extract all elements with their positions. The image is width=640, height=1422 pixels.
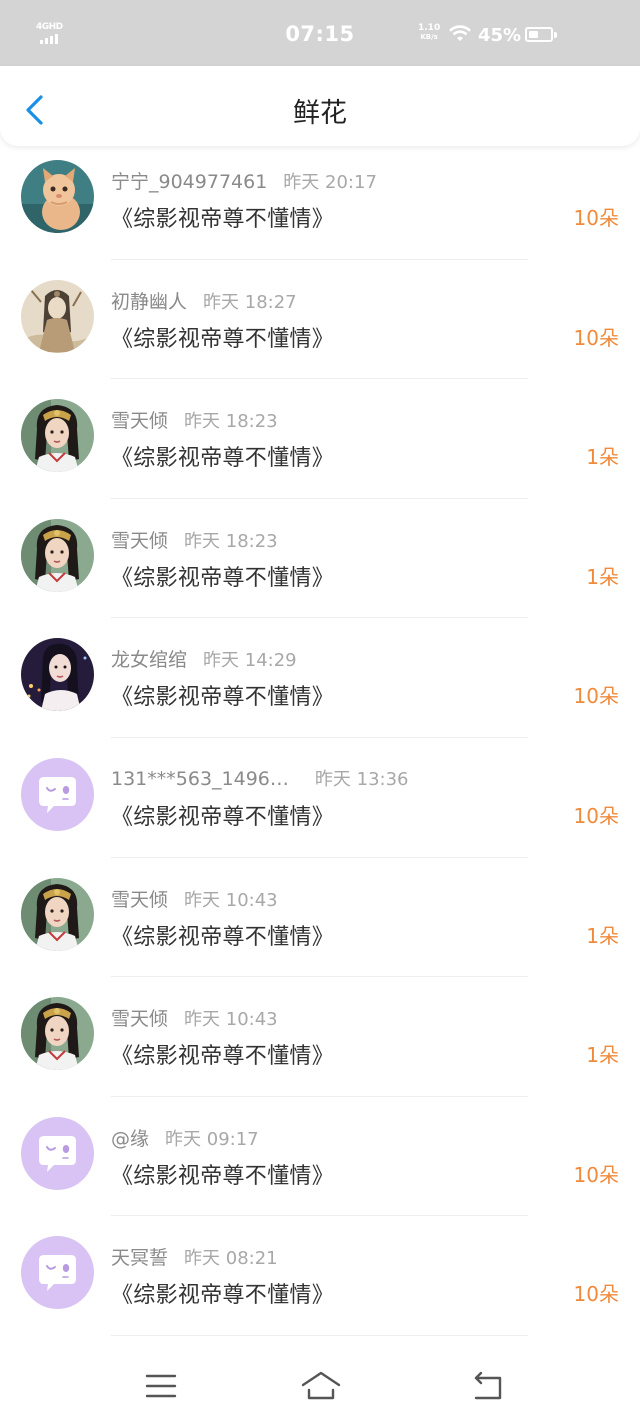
battery-icon <box>525 27 557 42</box>
timestamp: 昨天 08:21 <box>184 1248 278 1270</box>
battery-percent: 45% <box>478 25 522 46</box>
user-name[interactable]: 初静幽人 昨天 18:27 <box>111 287 297 314</box>
user-name-text: 宁宁_904977461 <box>111 171 268 193</box>
timestamp: 昨天 14:29 <box>203 650 297 672</box>
book-title[interactable]: 《综影视帝尊不懂情》 <box>111 1277 334 1309</box>
chat-bubble-avatar-icon[interactable] <box>21 757 94 831</box>
user-name[interactable]: 雪天倾 昨天 18:23 <box>111 526 278 553</box>
list-item[interactable]: 雪天倾 昨天 18:23 《综影视帝尊不懂情》 1朵 <box>0 379 640 499</box>
status-bar: 4GHD 07:15 1.10 KB/s 45% <box>0 0 640 66</box>
user-name-text: @缘 <box>111 1127 150 1150</box>
timestamp: 昨天 10:43 <box>184 889 278 911</box>
timestamp: 昨天 09:17 <box>165 1128 259 1150</box>
home-button[interactable] <box>299 1368 343 1404</box>
book-title[interactable]: 《综影视帝尊不懂情》 <box>111 919 334 951</box>
book-title[interactable]: 《综影视帝尊不懂情》 <box>111 321 334 353</box>
network-speed: 1.10 KB/s <box>418 24 440 42</box>
chat-bubble-avatar-icon[interactable] <box>21 1236 94 1310</box>
user-name-text: 雪天倾 <box>111 888 169 911</box>
avatar[interactable] <box>21 160 94 233</box>
home-icon <box>301 1371 341 1400</box>
user-name[interactable]: @缘 昨天 09:17 <box>111 1124 259 1151</box>
list-item[interactable]: 雪天倾 昨天 10:43 《综影视帝尊不懂情》 1朵 <box>0 977 640 1097</box>
book-title[interactable]: 《综影视帝尊不懂情》 <box>111 1038 334 1070</box>
chat-bubble-avatar-icon[interactable] <box>21 1116 94 1190</box>
flower-count: 10朵 <box>573 684 619 709</box>
menu-icon <box>145 1374 177 1398</box>
app-header: 鲜花 <box>0 66 640 146</box>
flower-count: 1朵 <box>586 445 619 470</box>
flower-count: 10朵 <box>573 1282 619 1307</box>
avatar[interactable] <box>21 638 94 712</box>
user-name-text: 初静幽人 <box>111 290 188 313</box>
user-name-text: 天冥誓 <box>111 1247 169 1270</box>
list-item[interactable]: 雪天倾 昨天 10:43 《综影视帝尊不懂情》 1朵 <box>0 858 640 978</box>
list-item[interactable]: 初静幽人 昨天 18:27 《综影视帝尊不懂情》 10朵 <box>0 260 640 380</box>
flower-count: 1朵 <box>586 923 619 948</box>
list-item[interactable]: @缘 昨天 09:17 《综影视帝尊不懂情》 10朵 <box>0 1097 640 1217</box>
page-title: 鲜花 <box>293 98 347 129</box>
book-title[interactable]: 《综影视帝尊不懂情》 <box>111 799 334 831</box>
list-item[interactable]: 龙女绾绾 昨天 14:29 《综影视帝尊不懂情》 10朵 <box>0 618 640 738</box>
user-name[interactable]: 天冥誓 昨天 08:21 <box>111 1243 278 1270</box>
list-item[interactable]: 雪天倾 昨天 18:23 《综影视帝尊不懂情》 1朵 <box>0 499 640 619</box>
book-title[interactable]: 《综影视帝尊不懂情》 <box>111 201 334 233</box>
network-speed-unit: KB/s <box>420 33 438 41</box>
book-title[interactable]: 《综影视帝尊不懂情》 <box>111 1158 334 1190</box>
divider <box>111 1334 528 1336</box>
avatar[interactable] <box>21 518 94 592</box>
flower-count: 10朵 <box>573 803 619 828</box>
system-nav-bar <box>0 1352 640 1422</box>
timestamp: 昨天 18:23 <box>184 530 278 552</box>
back-nav-button[interactable] <box>468 1368 508 1404</box>
timestamp: 昨天 13:36 <box>314 768 409 790</box>
network-speed-value: 1.10 <box>418 23 441 33</box>
user-name-text: 雪天倾 <box>111 410 169 433</box>
user-name[interactable]: 雪天倾 昨天 10:43 <box>111 1004 278 1031</box>
user-name[interactable]: 龙女绾绾 昨天 14:29 <box>111 645 297 672</box>
user-name-text: 雪天倾 <box>111 529 169 552</box>
timestamp: 昨天 18:27 <box>203 291 297 313</box>
avatar[interactable] <box>21 279 94 353</box>
flower-count: 1朵 <box>586 1043 619 1068</box>
flower-gift-list: 宁宁_904977461 昨天 20:17 《综影视帝尊不懂情》 10朵 初静幽人 昨天… <box>0 140 640 1336</box>
book-title[interactable]: 《综影视帝尊不懂情》 <box>111 679 334 711</box>
list-item[interactable]: 天冥誓 昨天 08:21 《综影视帝尊不懂情》 10朵 <box>0 1216 640 1336</box>
user-name[interactable]: 雪天倾 昨天 10:43 <box>111 885 278 912</box>
back-arrow-icon <box>474 1371 502 1400</box>
flower-count: 10朵 <box>573 1162 619 1187</box>
book-title[interactable]: 《综影视帝尊不懂情》 <box>111 440 334 472</box>
user-name[interactable]: 雪天倾 昨天 18:23 <box>111 406 278 433</box>
list-item[interactable]: 宁宁_904977461 昨天 20:17 《综影视帝尊不懂情》 10朵 <box>0 140 640 260</box>
list-item[interactable]: 131***563_1496… 昨天 13:36 《综影视帝尊不懂情》 10朵 <box>0 738 640 858</box>
wifi-icon <box>448 24 472 44</box>
flower-count: 10朵 <box>573 325 619 350</box>
user-name-text: 雪天倾 <box>111 1008 169 1031</box>
timestamp: 昨天 20:17 <box>283 172 377 193</box>
flower-count: 10朵 <box>573 206 619 230</box>
avatar[interactable] <box>21 997 94 1071</box>
timestamp: 昨天 10:43 <box>184 1009 278 1031</box>
user-name-text: 龙女绾绾 <box>111 649 188 672</box>
user-name[interactable]: 宁宁_904977461 昨天 20:17 <box>111 167 377 194</box>
timestamp: 昨天 18:23 <box>184 411 278 433</box>
user-name[interactable]: 131***563_1496… 昨天 13:36 <box>111 765 409 791</box>
flower-count: 1朵 <box>586 564 619 589</box>
avatar[interactable] <box>21 399 94 473</box>
avatar[interactable] <box>21 877 94 951</box>
menu-button[interactable] <box>141 1368 181 1404</box>
user-name-text: 131***563_1496… <box>111 767 289 790</box>
book-title[interactable]: 《综影视帝尊不懂情》 <box>111 560 334 592</box>
